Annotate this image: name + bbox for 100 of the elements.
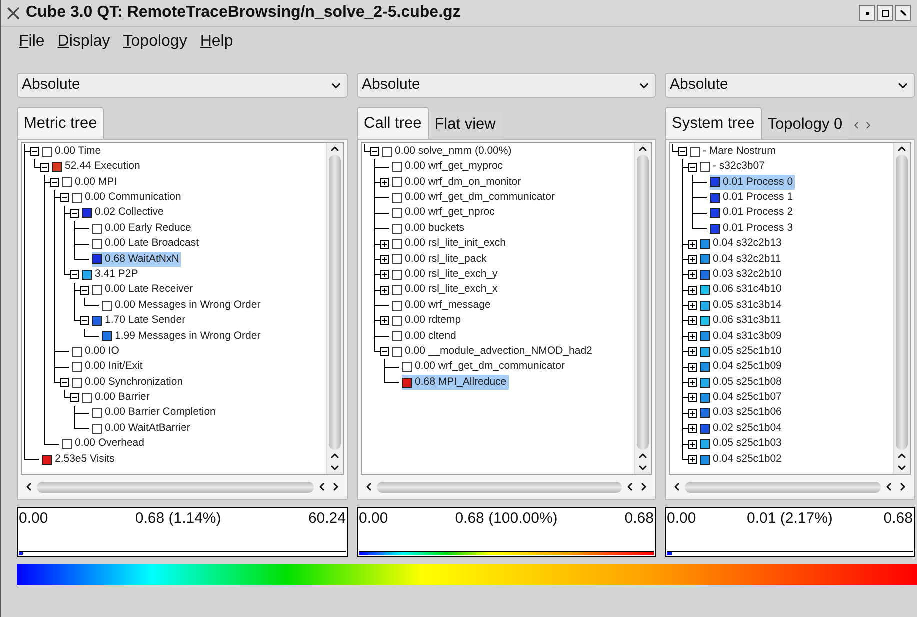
expand-icon[interactable] — [380, 240, 389, 249]
collapse-icon[interactable] — [70, 393, 79, 402]
tree-item[interactable]: 0.00 Early Reduce — [92, 220, 194, 237]
collapse-icon[interactable] — [50, 178, 59, 187]
expand-icon[interactable] — [688, 362, 697, 372]
tree-item[interactable]: 0.04 s25c1b09 — [700, 359, 784, 376]
tree-item[interactable]: 1.70 Late Sender — [92, 313, 188, 329]
tree-item[interactable]: 0.00 cltend — [392, 328, 458, 344]
tree-item[interactable]: 0.04 s25c1b07 — [700, 390, 784, 406]
tree-item[interactable]: 0.05 s31c3b14 — [700, 298, 784, 314]
tree-item[interactable]: 0.01 Process 0 — [710, 174, 796, 190]
collapse-icon[interactable] — [70, 208, 79, 218]
tree-item[interactable]: 0.05 s25c1b08 — [700, 374, 784, 390]
menu-item[interactable]: Topology — [123, 30, 188, 54]
tree-item[interactable]: 0.00 solve_nmm (0.00%) — [382, 144, 514, 160]
tab[interactable]: Call tree — [357, 107, 429, 139]
collapse-icon[interactable] — [60, 193, 69, 202]
tree-item[interactable]: 0.04 s31c3b09 — [700, 328, 784, 344]
tree-item[interactable]: 0.05 s25c1b03 — [700, 436, 784, 452]
tree-item[interactable]: 0.00 wrf_get_myproc — [392, 159, 506, 175]
tree-item[interactable]: 0.03 s25c1b06 — [700, 405, 784, 422]
expand-icon[interactable] — [688, 286, 697, 295]
tree-item[interactable]: 0.00 MPI — [62, 174, 120, 190]
tree-item[interactable]: 0.00 WaitAtBarrier — [92, 420, 192, 437]
expand-icon[interactable] — [688, 301, 697, 310]
expand-icon[interactable] — [688, 408, 697, 418]
tree-item[interactable]: 0.00 Late Receiver — [92, 282, 196, 298]
tree-item[interactable]: 0.00 rsl_lite_pack — [392, 252, 489, 268]
collapse-icon[interactable] — [678, 147, 687, 156]
expand-icon[interactable] — [380, 178, 389, 187]
tree-item[interactable]: 0.00 rsl_lite_exch_x — [392, 282, 500, 298]
menu-item[interactable]: Display — [58, 30, 110, 54]
tree-item[interactable]: - s32c3b07 — [700, 159, 767, 175]
vertical-scrollbar[interactable] — [634, 143, 651, 474]
minimize-button[interactable] — [859, 5, 875, 21]
expand-icon[interactable] — [380, 286, 389, 295]
collapse-icon[interactable] — [380, 347, 389, 356]
tree-item[interactable]: 0.00 rsl_lite_init_exch — [392, 236, 508, 252]
collapse-icon[interactable] — [80, 316, 89, 326]
expand-icon[interactable] — [380, 316, 389, 326]
menu-item[interactable]: File — [19, 30, 45, 54]
tree-item[interactable]: 0.00 Overhead — [62, 436, 146, 452]
view-mode-dropdown[interactable]: Absolute — [357, 73, 656, 98]
tree-item[interactable]: 0.00 Late Broadcast — [92, 236, 201, 252]
expand-icon[interactable] — [688, 254, 697, 264]
expand-icon[interactable] — [688, 316, 697, 326]
collapse-icon[interactable] — [370, 147, 379, 156]
collapse-icon[interactable] — [80, 286, 89, 295]
tree-item[interactable]: 0.05 s25c1b10 — [700, 344, 784, 360]
tree-item[interactable]: 52.44 Execution — [52, 159, 142, 175]
tree-item[interactable]: 0.00 wrf_message — [392, 298, 493, 314]
view-mode-dropdown[interactable]: Absolute — [17, 73, 348, 98]
expand-icon[interactable] — [688, 332, 697, 341]
tree-item[interactable]: 0.00 rdtemp — [392, 313, 464, 329]
tree-item[interactable]: 2.53e5 Visits — [42, 452, 117, 468]
tree-item[interactable]: 0.00 rsl_lite_exch_y — [392, 266, 500, 283]
tree-item[interactable]: 0.04 s32c2b13 — [700, 236, 784, 252]
expand-icon[interactable] — [688, 240, 697, 249]
tree-item[interactable]: 0.00 Synchronization — [72, 374, 186, 390]
tree-item[interactable]: 0.03 s32c2b10 — [700, 266, 784, 283]
tree-item[interactable]: 0.00 wrf_get_nproc — [392, 205, 497, 222]
tree-item[interactable]: 0.68 WaitAtNxN — [92, 252, 182, 268]
tree-item[interactable]: 0.06 s31c4b10 — [700, 282, 784, 298]
tree-item[interactable]: 0.02 Collective — [82, 205, 166, 222]
tree-item[interactable]: 0.04 s32c2b11 — [700, 252, 784, 268]
expand-icon[interactable] — [688, 455, 697, 464]
collapse-icon[interactable] — [688, 162, 697, 172]
tree-item[interactable]: 0.00 Barrier — [82, 390, 152, 406]
tree-item[interactable]: 0.00 Time — [42, 144, 104, 160]
vertical-scrollbar[interactable] — [893, 143, 910, 474]
collapse-icon[interactable] — [40, 162, 49, 172]
close-button[interactable] — [895, 5, 911, 21]
tab[interactable]: Metric tree — [17, 107, 104, 139]
expand-icon[interactable] — [688, 440, 697, 449]
tree-item[interactable]: - Mare Nostrum — [690, 144, 778, 160]
collapse-icon[interactable] — [30, 147, 39, 156]
tree-item[interactable]: 0.02 s25c1b04 — [700, 420, 784, 437]
tree-item[interactable]: 0.06 s31c3b11 — [700, 313, 784, 329]
tree-item[interactable]: 3.41 P2P — [82, 266, 140, 283]
tree-item[interactable]: 0.00 buckets — [392, 220, 467, 237]
expand-icon[interactable] — [688, 270, 697, 280]
tree-item[interactable]: 0.00 Init/Exit — [72, 359, 145, 376]
tree-item[interactable]: 0.00 Barrier Completion — [92, 405, 218, 422]
tree-item[interactable]: 0.00 IO — [72, 344, 122, 360]
menu-item[interactable]: Help — [200, 30, 234, 54]
expand-icon[interactable] — [688, 347, 697, 356]
expand-icon[interactable] — [688, 378, 697, 388]
view-mode-dropdown[interactable]: Absolute — [665, 73, 915, 98]
tree-item[interactable]: 0.01 Process 2 — [710, 205, 796, 222]
tree-item[interactable]: 0.04 s25c1b02 — [700, 452, 784, 468]
tab[interactable]: System tree — [665, 107, 762, 139]
maximize-button[interactable] — [877, 5, 893, 21]
tree-item[interactable]: 0.00 Communication — [72, 190, 184, 206]
expand-icon[interactable] — [380, 270, 389, 280]
collapse-icon[interactable] — [60, 378, 69, 388]
expand-icon[interactable] — [688, 424, 697, 434]
collapse-icon[interactable] — [70, 270, 79, 280]
tree-item[interactable]: 0.01 Process 1 — [710, 190, 796, 206]
tree-item[interactable]: 0.68 MPI_Allreduce — [402, 374, 509, 390]
expand-icon[interactable] — [688, 393, 697, 402]
